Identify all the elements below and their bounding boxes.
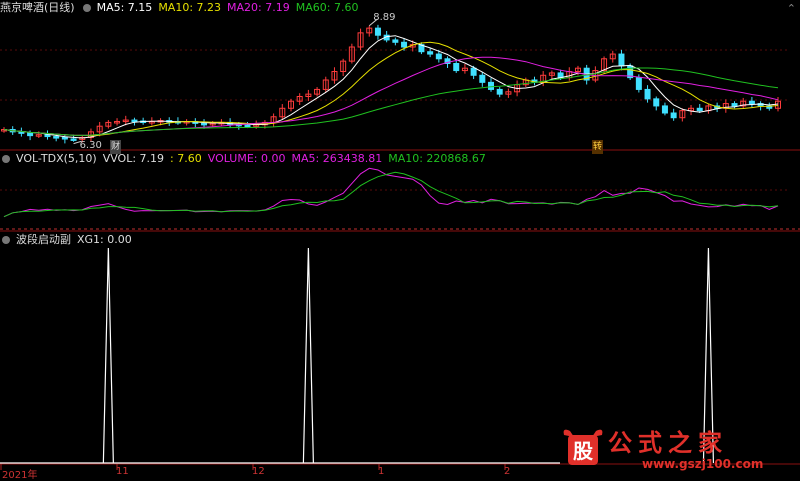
candle-body (427, 51, 434, 55)
candle-body (670, 112, 677, 119)
ma60-line (3, 67, 779, 136)
candle-body (244, 124, 251, 128)
candle-body (496, 88, 503, 95)
x-label-nov: 11 (116, 466, 129, 477)
candle-body (696, 107, 703, 112)
ma5-line (3, 35, 779, 139)
candle-body (661, 105, 668, 114)
watermark-url: www.gszj100.com (642, 457, 764, 471)
candle-body (618, 53, 625, 67)
candle-body (635, 77, 642, 90)
candle-body (61, 137, 68, 140)
candle-body (488, 81, 495, 90)
candle-body (131, 119, 138, 123)
ma10-line (3, 41, 779, 137)
candle-body (201, 122, 208, 126)
candle-body (470, 67, 477, 76)
signal-spike (102, 247, 114, 464)
bull-logo-icon: 股 (563, 429, 603, 465)
low-price-label: 6.30 (79, 140, 102, 152)
candle-body (731, 103, 738, 107)
candle-body (374, 27, 381, 36)
candle-body (479, 74, 486, 83)
x-label-feb: 2 (504, 466, 511, 477)
candle-body (653, 98, 660, 107)
candle-body (401, 41, 408, 48)
candle-body (644, 88, 651, 100)
candle-body (53, 136, 60, 139)
candle-body (70, 138, 77, 141)
high-price-label: 8.89 (373, 12, 396, 24)
stock-chart[interactable] (0, 0, 800, 481)
x-label-jan: 1 (378, 466, 385, 477)
candle-body (748, 100, 755, 105)
candle-body (435, 53, 442, 60)
watermark-logo: 股 公式之家 www.gszj100.com (556, 421, 792, 477)
watermark-title: 公式之家 (608, 429, 728, 457)
event-marker-right[interactable]: 转 (592, 140, 604, 154)
x-label-year: 2021年 (2, 470, 38, 481)
x-label-dec: 12 (252, 466, 265, 477)
candle-body (453, 63, 460, 72)
event-marker-left[interactable]: 财 (110, 140, 122, 154)
signal-spike (302, 247, 314, 464)
logo-mark-text: 股 (573, 439, 593, 463)
candle-body (27, 132, 34, 137)
candle-body (392, 39, 399, 43)
